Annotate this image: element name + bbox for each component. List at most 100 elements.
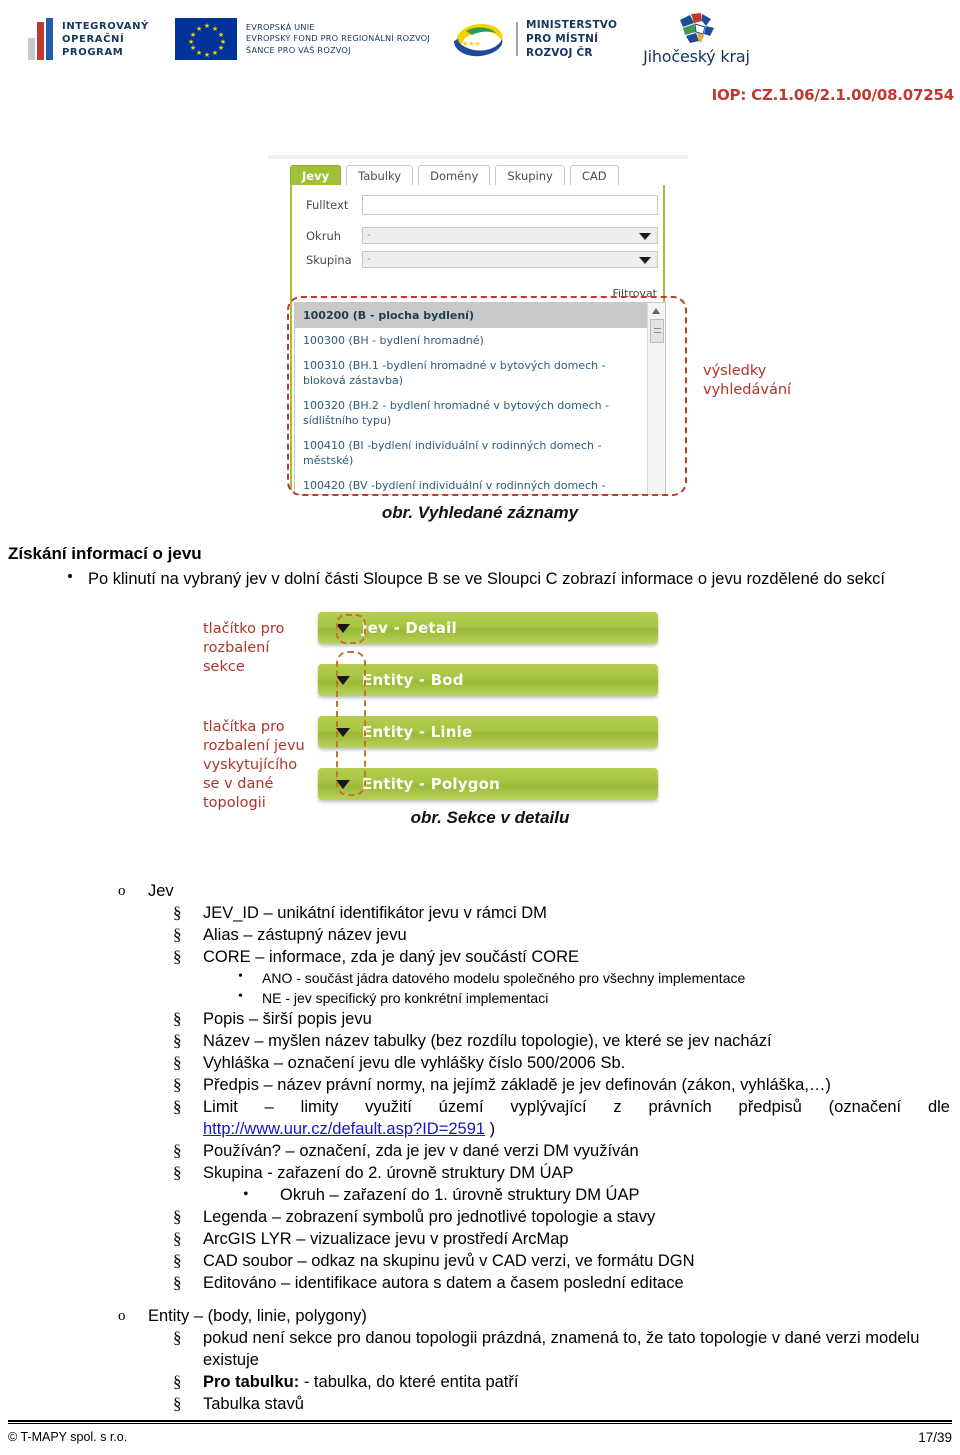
list-item[interactable]: 100200 (B - plocha bydlení): [295, 303, 647, 328]
list-item: § Pro tabulku: - tabulka, do které entit…: [0, 1371, 960, 1393]
list-item[interactable]: 100320 (BH.2 - bydlení hromadné v bytový…: [295, 393, 647, 433]
circle-bullet-icon: o: [118, 883, 126, 899]
entity-item-topologie: pokud není sekce pro danou topologii prá…: [203, 1329, 920, 1369]
section-bar-label: Entity - Bod: [362, 671, 464, 689]
list-item: § Předpis – název právní normy, na jejím…: [0, 1074, 960, 1096]
section-bar-label: Entity - Polygon: [362, 775, 500, 793]
footer-page-number: 17/39: [918, 1430, 952, 1445]
annotation-topology-line2: rozbalení jevu: [203, 738, 305, 754]
eu-flag-icon: ★ ★ ★ ★ ★ ★ ★ ★ ★ ★ ★ ★: [174, 18, 237, 60]
section-bullet-icon: §: [173, 947, 182, 966]
jev-item-predpis: Předpis – název právní normy, na jejímž …: [203, 1076, 831, 1094]
section-bullet-icon: §: [173, 1251, 182, 1270]
iop-logo-text: INTEGROVANÝ OPERAČNÍ PROGRAM: [62, 20, 149, 59]
list-item[interactable]: 100310 (BH.1 -bydlení hromadné v bytovýc…: [295, 353, 647, 393]
annotation-expand-line3: sekce: [203, 659, 245, 675]
fulltext-input[interactable]: [362, 195, 658, 215]
section-bar-entity-linie[interactable]: Entity - Linie: [318, 716, 658, 748]
circle-bullet-icon: o: [118, 1308, 126, 1324]
iop-bars-icon: [28, 18, 55, 60]
jev-item-vyhlaska: Vyhláška – označení jevu dle vyhlášky čí…: [203, 1054, 626, 1072]
annotation-results-line2: vyhledávání: [703, 382, 792, 398]
results-items: 100200 (B - plocha bydlení) 100300 (BH -…: [295, 303, 647, 494]
jihocesky-kraj-logo: Jihočeský kraj: [643, 12, 750, 66]
jev-item-alias: Alias – zástupný název jevu: [203, 926, 407, 944]
list-item[interactable]: 100300 (BH - bydlení hromadné): [295, 328, 647, 353]
skupina-row: Skupina -: [306, 251, 658, 268]
list-item[interactable]: 100420 (BV -bydlení individuální v rodin…: [295, 473, 647, 494]
list-item: § Používán? – označení, zda je jev v dan…: [0, 1140, 960, 1162]
jev-item-arcgis: ArcGIS LYR – vizualizace jevu v prostřed…: [203, 1230, 569, 1248]
results-scrollbar[interactable]: [647, 303, 665, 494]
expand-button-highlight-box: [336, 614, 366, 644]
okruh-row: Okruh -: [306, 227, 658, 244]
tab-domeny[interactable]: Domény: [418, 165, 491, 186]
jev-list: o Jev § JEV_ID – unikátní identifikátor …: [0, 880, 960, 1294]
jev-item-jevid: JEV_ID – unikátní identifikátor jevu v r…: [203, 904, 547, 922]
okruh-select[interactable]: -: [362, 227, 658, 244]
section-bar-entity-polygon[interactable]: Entity - Polygon: [318, 768, 658, 800]
skupina-select[interactable]: -: [362, 251, 658, 268]
annotation-topology-line5: topologii: [203, 795, 266, 811]
mmr-line-2: PRO MÍSTNÍ: [526, 33, 599, 45]
section-bar-label: Jev - Detail: [362, 619, 457, 637]
tab-bar: Jevy Tabulky Domény Skupiny CAD: [290, 165, 619, 186]
chevron-down-icon[interactable]: [639, 233, 651, 240]
entity-title: Entity – (body, linie, polygony): [148, 1307, 367, 1325]
section-bullet-icon: §: [173, 1031, 182, 1050]
scrollbar-thumb[interactable]: [650, 319, 664, 343]
section-bullet-icon: §: [173, 903, 182, 922]
annotation-results: výsledky vyhledávání: [703, 362, 791, 400]
jev-item-skupina: Skupina - zařazení do 2. úrovně struktur…: [203, 1164, 574, 1182]
list-item[interactable]: 100410 (BI -bydlení individuální v rodin…: [295, 433, 647, 473]
section-bullet-icon: §: [173, 1009, 182, 1028]
jihocesky-kraj-emblem-icon: [674, 12, 718, 46]
svg-text:★★★: ★★★: [462, 40, 481, 48]
jev-item-okruh: Okruh – zařazení do 1. úrovně struktury …: [280, 1186, 640, 1204]
list-item: § Vyhláška – označení jevu dle vyhlášky …: [0, 1052, 960, 1074]
jihocesky-kraj-label: Jihočeský kraj: [643, 47, 750, 66]
section-bullet-icon: §: [173, 1394, 182, 1413]
list-item: • ANO - součást jádra datového modelu sp…: [0, 968, 960, 988]
tab-tabulky[interactable]: Tabulky: [346, 165, 414, 186]
jev-item-core: CORE – informace, zda je daný jev součás…: [203, 948, 579, 966]
tab-jevy[interactable]: Jevy: [290, 165, 342, 186]
figure-caption-2: obr. Sekce v detailu: [410, 808, 570, 827]
section-bar-entity-bod[interactable]: Entity - Bod: [318, 664, 658, 696]
jev-item-pouzivan: Používán? – označení, zda je jev v dané …: [203, 1142, 639, 1160]
search-app-screenshot: Jevy Tabulky Domény Skupiny CAD Fulltext…: [268, 155, 688, 495]
annotation-expand-section: tlačítko pro rozbalení sekce: [203, 620, 284, 677]
results-list[interactable]: 100200 (B - plocha bydlení) 100300 (BH -…: [294, 302, 666, 495]
scroll-up-arrow-icon[interactable]: [652, 308, 660, 314]
expand-buttons-highlight-box: [336, 651, 366, 796]
section-bullet-icon: §: [173, 1207, 182, 1226]
list-item: § Název – myšlen název tabulky (bez rozd…: [0, 1030, 960, 1052]
annotation-results-line1: výsledky: [703, 363, 767, 379]
skupina-value: -: [367, 254, 371, 265]
section-bullet-icon: §: [173, 1097, 182, 1116]
okruh-label: Okruh: [306, 228, 342, 243]
iop-logo: INTEGROVANÝ OPERAČNÍ PROGRAM: [28, 18, 149, 60]
jev-item-editovano: Editováno – identifikace autora s datem …: [203, 1274, 684, 1292]
bullet-dot-icon: •: [243, 1186, 249, 1203]
footer-copyright: © T-MAPY spol. s r.o.: [8, 1430, 128, 1444]
header-logo-bar: INTEGROVANÝ OPERAČNÍ PROGRAM ★ ★ ★ ★ ★ ★…: [0, 0, 960, 78]
jev-core-ne: NE - jev specifický pro konkrétní implem…: [262, 990, 549, 1006]
jev-item-cad: CAD soubor – odkaz na skupinu jevů v CAD…: [203, 1252, 695, 1270]
section-bar-jev-detail[interactable]: Jev - Detail: [318, 612, 658, 644]
uur-link[interactable]: http://www.uur.cz/default.asp?ID=2591: [203, 1120, 485, 1138]
section-bullet-icon: §: [173, 1163, 182, 1182]
tab-cad[interactable]: CAD: [569, 165, 619, 186]
intro-bullet-text: Po klinutí na vybraný jev v dolní části …: [88, 570, 885, 588]
chevron-down-icon[interactable]: [639, 257, 651, 264]
iop-line-1: INTEGROVANÝ: [62, 20, 149, 32]
filter-button[interactable]: Filtrovat: [612, 287, 657, 300]
list-item: § ArcGIS LYR – vizualizace jevu v prostř…: [0, 1228, 960, 1250]
footer-divider: [8, 1420, 952, 1424]
jev-item-limit-post: ): [485, 1120, 496, 1138]
tab-skupiny[interactable]: Skupiny: [495, 165, 565, 186]
list-item: § Popis – širší popis jevu: [0, 1008, 960, 1030]
section-bullet-icon: §: [173, 1075, 182, 1094]
mmr-line-3: ROZVOJ ČR: [526, 47, 593, 59]
section-bullet-icon: §: [173, 1053, 182, 1072]
